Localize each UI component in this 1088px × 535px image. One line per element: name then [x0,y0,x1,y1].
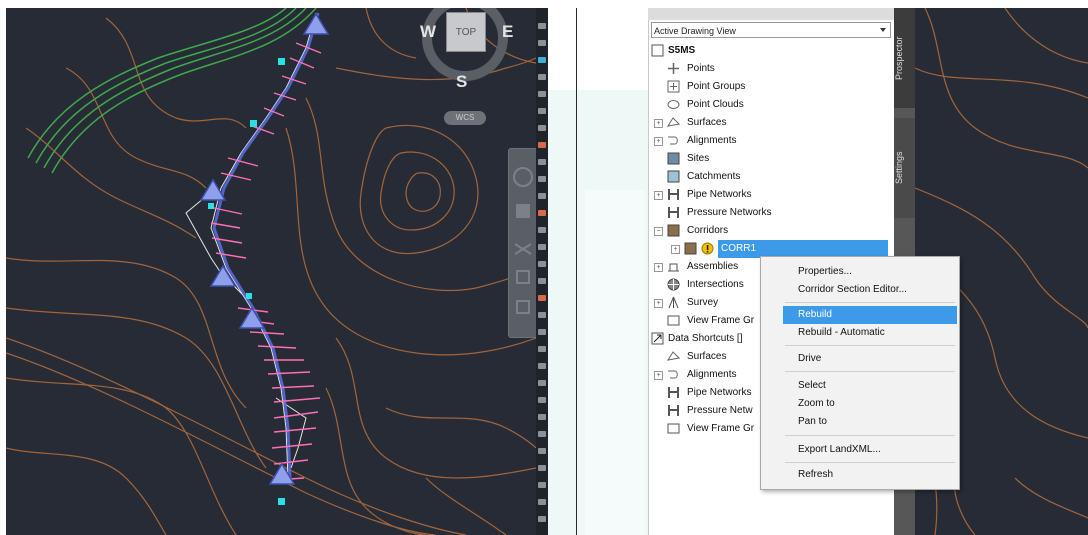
tab-prospector[interactable]: Prospector [894,8,915,108]
tab-label: Prospector [894,36,904,80]
tree-label: Pipe Networks [687,387,752,398]
menu-item-select[interactable]: Select [761,377,959,395]
surfaces-icon [667,351,680,361]
tree-label: Alignments [687,369,737,380]
navigation-bar[interactable] [508,148,536,338]
out-of-date-warning-icon [701,242,714,255]
tree-label: Surfaces [687,117,727,128]
pipe-networks-icon [668,189,679,200]
tree-label: Point Groups [687,81,746,92]
menu-item-zoom-to[interactable]: Zoom to [761,395,959,413]
corridors-icon [667,224,680,237]
chevron-down-icon[interactable] [880,28,886,32]
tree-label: Intersections [687,279,744,290]
viewcube-south[interactable]: S [456,72,467,92]
expand-plus-icon[interactable]: + [654,119,663,128]
menu-item-properties[interactable]: Properties... [761,263,959,281]
data-shortcuts-icon [651,332,664,345]
surfaces-icon [667,117,680,127]
expand-plus-icon[interactable]: + [671,245,680,254]
menu-item-export-landxml[interactable]: Export LandXML... [761,441,959,459]
tree-label: Survey [687,297,719,308]
context-menu: Properties... Corridor Section Editor...… [760,256,960,490]
intersections-icon [667,278,680,291]
menu-item-corridor-section-editor[interactable]: Corridor Section Editor... [761,281,959,299]
view-frame-groups-icon [667,315,680,326]
view-frame-groups-icon [667,423,680,434]
pressure-networks-icon [668,207,679,218]
assemblies-icon [668,263,679,272]
alignments-icon [668,370,678,379]
tree-label: Data Shortcuts [] [668,333,743,344]
menu-item-rebuild[interactable]: Rebuild [783,306,957,324]
menu-separator [785,302,955,303]
points-icon [668,63,679,74]
drawing-view-select[interactable]: Active Drawing View [651,22,891,38]
tab-label: Settings [894,151,904,185]
viewcube-east[interactable]: E [502,22,513,42]
drawing-view-select-value: Active Drawing View [654,26,736,36]
point-groups-icon [667,80,680,93]
pressure-networks-icon [668,405,679,416]
navbar-icons [513,167,533,314]
drawing-file-icon [651,44,664,57]
catchments-icon [667,170,680,183]
tree-label: Point Clouds [687,99,744,110]
tree-label: Assemblies [687,261,739,272]
pipe-networks-icon [668,387,679,398]
viewcube-west[interactable]: W [420,22,436,42]
tree-label: View Frame Gr [687,315,755,326]
alignments-icon [668,136,678,145]
menu-item-refresh[interactable]: Refresh [761,466,959,484]
expand-plus-icon[interactable]: + [654,299,663,308]
viewcube-top-face[interactable]: TOP [446,12,486,52]
expand-plus-icon[interactable]: + [654,371,663,380]
menu-separator [785,435,955,436]
tree-label: View Frame Gr [687,423,755,434]
background-band-2 [585,190,645,535]
menu-item-drive[interactable]: Drive [761,350,959,368]
corridor-icon [684,242,697,255]
expand-plus-icon[interactable]: + [654,137,663,146]
point-clouds-icon [667,100,680,109]
menu-item-pan-to[interactable]: Pan to [761,413,959,431]
panel-titlebar [648,8,894,20]
expand-plus-icon[interactable]: + [654,191,663,200]
menu-separator [785,462,955,463]
tree-label: Surfaces [687,351,727,362]
divider-line [576,8,577,535]
tree-label: Corridors [687,225,729,236]
tree-label: S5MS [668,45,696,56]
tree-label: Pressure Networks [687,207,772,218]
model-viewport-left[interactable]: TOP W E S WCS [6,8,536,535]
viewcube[interactable]: TOP W E S [416,8,526,98]
menu-item-rebuild-automatic[interactable]: Rebuild - Automatic [761,324,959,342]
tree-label: Catchments [687,171,741,182]
vertical-toolbar[interactable] [536,8,548,535]
tab-settings[interactable]: Settings [894,118,915,218]
menu-separator [785,371,955,372]
collapse-minus-icon[interactable]: − [654,227,663,236]
wcs-menu[interactable]: WCS [444,111,486,125]
tree-label: Alignments [687,135,737,146]
tree-label: Pressure Netw [687,405,753,416]
tree-label: Pipe Networks [687,189,752,200]
tree-label: Sites [687,153,710,164]
tree-label: Points [687,63,715,74]
sites-icon [667,152,680,165]
survey-icon [668,296,679,309]
expand-plus-icon[interactable]: + [654,263,663,272]
menu-separator [785,345,955,346]
